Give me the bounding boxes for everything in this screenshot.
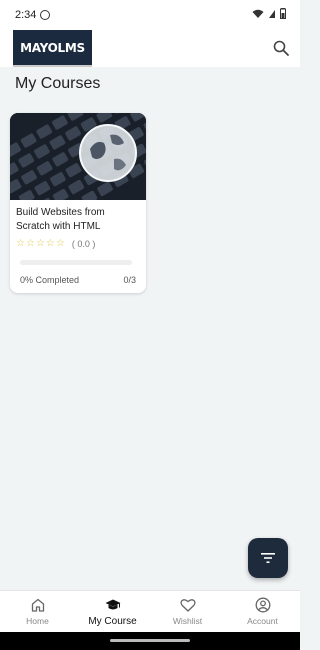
page-title: My Courses	[15, 75, 101, 92]
status-icons	[252, 8, 286, 19]
status-time: 2:34	[15, 9, 37, 21]
logo-text: MAYOLMS	[20, 40, 85, 55]
signal-icon	[269, 9, 275, 18]
nav-item-account[interactable]: Account	[225, 591, 300, 632]
user-circle-icon	[255, 597, 270, 613]
app-logo[interactable]: MAYOLMS	[13, 30, 92, 67]
star-outline-icon: ☆	[45, 238, 55, 249]
bottom-nav: Home My Course Wishlist Account	[0, 590, 300, 632]
star-outline-icon: ☆	[16, 238, 25, 249]
notification-icon	[40, 10, 50, 20]
graduation-cap-icon	[105, 599, 120, 610]
heart-icon	[179, 599, 196, 612]
nav-item-my-course[interactable]: My Course	[75, 591, 150, 632]
home-gesture-handle[interactable]	[110, 639, 190, 642]
progress-bar	[20, 260, 132, 265]
course-thumbnail	[10, 113, 146, 200]
course-rating: ☆ ☆ ☆ ☆ ☆ ( 0.0 )	[16, 238, 96, 250]
app-bar: MAYOLMS	[0, 30, 300, 67]
lesson-count: 0/3	[123, 275, 136, 285]
search-icon[interactable]	[272, 39, 290, 57]
nav-label: My Course	[88, 616, 137, 627]
nav-label: Wishlist	[172, 616, 203, 626]
star-outline-icon: ☆	[55, 238, 65, 249]
star-outline-icon: ☆	[35, 238, 45, 249]
course-title[interactable]: Build Websites from Scratch with HTML	[16, 206, 140, 234]
nav-label: Account	[247, 616, 278, 626]
filter-icon	[261, 553, 275, 563]
home-icon	[31, 598, 44, 612]
star-outline-icon: ☆	[25, 238, 35, 249]
nav-label: Home	[26, 616, 49, 626]
filter-button[interactable]	[248, 538, 288, 578]
wifi-icon	[252, 9, 264, 18]
nav-item-home[interactable]: Home	[0, 591, 75, 632]
course-card[interactable]: Build Websites from Scratch with HTML ☆ …	[10, 113, 146, 293]
keyboard-globe-image	[10, 113, 146, 200]
status-bar: 2:34	[0, 0, 300, 30]
nav-item-wishlist[interactable]: Wishlist	[150, 591, 225, 632]
battery-icon	[280, 8, 286, 19]
system-nav-bar	[0, 632, 300, 650]
rating-value: ( 0.0 )	[71, 239, 96, 249]
progress-label: 0% Completed	[20, 275, 80, 285]
